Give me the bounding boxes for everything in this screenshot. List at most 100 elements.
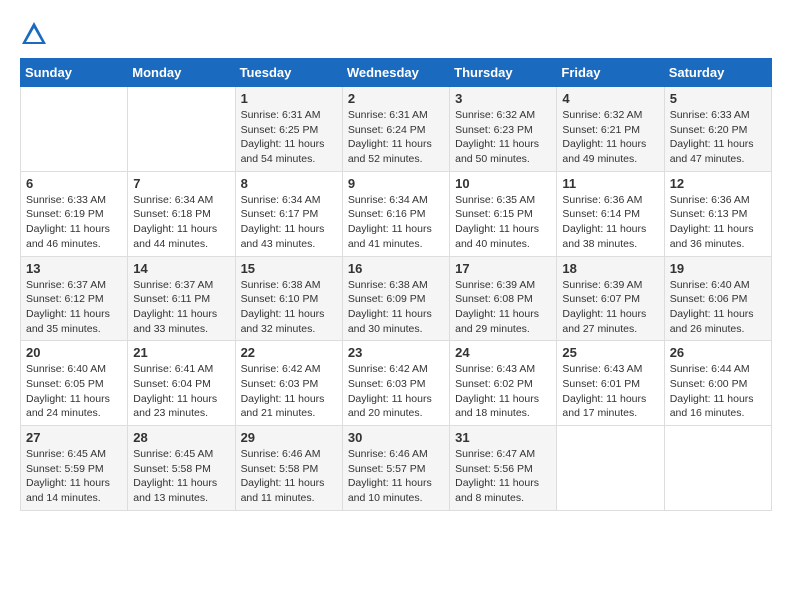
calendar-cell: 23Sunrise: 6:42 AMSunset: 6:03 PMDayligh… bbox=[342, 341, 449, 426]
calendar-cell: 2 Sunrise: 6:31 AMSunset: 6:24 PMDaylight… bbox=[342, 87, 449, 172]
day-number: 22 bbox=[241, 345, 337, 360]
day-number: 20 bbox=[26, 345, 122, 360]
calendar-cell: 7 Sunrise: 6:34 AMSunset: 6:18 PMDaylight… bbox=[128, 171, 235, 256]
day-info: Sunrise: 6:34 AMSunset: 6:18 PMDaylight:… bbox=[133, 193, 229, 252]
calendar-cell: 17Sunrise: 6:39 AMSunset: 6:08 PMDayligh… bbox=[450, 256, 557, 341]
day-number: 1 bbox=[241, 91, 337, 106]
day-number: 13 bbox=[26, 261, 122, 276]
day-header-sunday: Sunday bbox=[21, 59, 128, 87]
day-number: 16 bbox=[348, 261, 444, 276]
calendar-week-row: 20 Sunrise: 6:40 AMSunset: 6:05 PMDayligh… bbox=[21, 341, 772, 426]
day-info: Sunrise: 6:40 AMSunset: 6:05 PMDaylight:… bbox=[26, 362, 122, 421]
day-info: Sunrise: 6:45 AMSunset: 5:58 PMDaylight:… bbox=[133, 447, 229, 506]
calendar-week-row: 1 Sunrise: 6:31 AMSunset: 6:25 PMDaylight… bbox=[21, 87, 772, 172]
calendar-cell: 31 Sunrise: 6:47 AMSunset: 5:56 PMDayligh… bbox=[450, 426, 557, 511]
day-number: 9 bbox=[348, 176, 444, 191]
calendar-cell: 9 Sunrise: 6:34 AMSunset: 6:16 PMDaylight… bbox=[342, 171, 449, 256]
calendar-cell: 11 Sunrise: 6:36 AMSunset: 6:14 PMDayligh… bbox=[557, 171, 664, 256]
day-info: Sunrise: 6:34 AMSunset: 6:16 PMDaylight:… bbox=[348, 193, 444, 252]
day-number: 17 bbox=[455, 261, 551, 276]
day-number: 30 bbox=[348, 430, 444, 445]
day-header-saturday: Saturday bbox=[664, 59, 771, 87]
calendar-cell: 13 Sunrise: 6:37 AMSunset: 6:12 PMDayligh… bbox=[21, 256, 128, 341]
day-number: 4 bbox=[562, 91, 658, 106]
day-info: Sunrise: 6:38 AMSunset: 6:09 PMDaylight:… bbox=[348, 278, 444, 337]
day-number: 15 bbox=[241, 261, 337, 276]
calendar-header-row: SundayMondayTuesdayWednesdayThursdayFrid… bbox=[21, 59, 772, 87]
day-info: Sunrise: 6:38 AMSunset: 6:10 PMDaylight:… bbox=[241, 278, 337, 337]
day-info: Sunrise: 6:45 AMSunset: 5:59 PMDaylight:… bbox=[26, 447, 122, 506]
day-number: 12 bbox=[670, 176, 766, 191]
day-info: Sunrise: 6:42 AMSunset: 6:03 PMDaylight:… bbox=[348, 362, 444, 421]
day-info: Sunrise: 6:36 AMSunset: 6:13 PMDaylight:… bbox=[670, 193, 766, 252]
day-number: 14 bbox=[133, 261, 229, 276]
day-number: 25 bbox=[562, 345, 658, 360]
day-info: Sunrise: 6:32 AMSunset: 6:21 PMDaylight:… bbox=[562, 108, 658, 167]
calendar-cell: 29 Sunrise: 6:46 AMSunset: 5:58 PMDayligh… bbox=[235, 426, 342, 511]
day-info: Sunrise: 6:43 AMSunset: 6:02 PMDaylight:… bbox=[455, 362, 551, 421]
calendar-cell: 5 Sunrise: 6:33 AMSunset: 6:20 PMDaylight… bbox=[664, 87, 771, 172]
day-info: Sunrise: 6:32 AMSunset: 6:23 PMDaylight:… bbox=[455, 108, 551, 167]
day-info: Sunrise: 6:31 AMSunset: 6:24 PMDaylight:… bbox=[348, 108, 444, 167]
day-number: 3 bbox=[455, 91, 551, 106]
calendar-cell: 16 Sunrise: 6:38 AMSunset: 6:09 PMDayligh… bbox=[342, 256, 449, 341]
calendar-week-row: 6Sunrise: 6:33 AMSunset: 6:19 PMDaylight… bbox=[21, 171, 772, 256]
calendar-cell: 6Sunrise: 6:33 AMSunset: 6:19 PMDaylight… bbox=[21, 171, 128, 256]
calendar-cell: 24 Sunrise: 6:43 AMSunset: 6:02 PMDayligh… bbox=[450, 341, 557, 426]
day-info: Sunrise: 6:39 AMSunset: 6:07 PMDaylight:… bbox=[562, 278, 658, 337]
calendar-week-row: 13 Sunrise: 6:37 AMSunset: 6:12 PMDayligh… bbox=[21, 256, 772, 341]
day-info: Sunrise: 6:44 AMSunset: 6:00 PMDaylight:… bbox=[670, 362, 766, 421]
page-header bbox=[20, 20, 772, 48]
calendar-cell: 22Sunrise: 6:42 AMSunset: 6:03 PMDayligh… bbox=[235, 341, 342, 426]
calendar-cell: 30Sunrise: 6:46 AMSunset: 5:57 PMDayligh… bbox=[342, 426, 449, 511]
day-info: Sunrise: 6:36 AMSunset: 6:14 PMDaylight:… bbox=[562, 193, 658, 252]
day-header-wednesday: Wednesday bbox=[342, 59, 449, 87]
calendar-cell: 26 Sunrise: 6:44 AMSunset: 6:00 PMDayligh… bbox=[664, 341, 771, 426]
day-number: 26 bbox=[670, 345, 766, 360]
day-number: 10 bbox=[455, 176, 551, 191]
calendar-cell: 25 Sunrise: 6:43 AMSunset: 6:01 PMDayligh… bbox=[557, 341, 664, 426]
day-info: Sunrise: 6:34 AMSunset: 6:17 PMDaylight:… bbox=[241, 193, 337, 252]
day-number: 24 bbox=[455, 345, 551, 360]
calendar-week-row: 27Sunrise: 6:45 AMSunset: 5:59 PMDayligh… bbox=[21, 426, 772, 511]
calendar-table: SundayMondayTuesdayWednesdayThursdayFrid… bbox=[20, 58, 772, 511]
day-number: 28 bbox=[133, 430, 229, 445]
day-number: 31 bbox=[455, 430, 551, 445]
day-header-thursday: Thursday bbox=[450, 59, 557, 87]
day-info: Sunrise: 6:37 AMSunset: 6:12 PMDaylight:… bbox=[26, 278, 122, 337]
logo bbox=[20, 20, 52, 48]
calendar-cell: 3 Sunrise: 6:32 AMSunset: 6:23 PMDaylight… bbox=[450, 87, 557, 172]
day-number: 18 bbox=[562, 261, 658, 276]
day-info: Sunrise: 6:46 AMSunset: 5:58 PMDaylight:… bbox=[241, 447, 337, 506]
calendar-cell: 21 Sunrise: 6:41 AMSunset: 6:04 PMDayligh… bbox=[128, 341, 235, 426]
day-number: 29 bbox=[241, 430, 337, 445]
calendar-cell: 1 Sunrise: 6:31 AMSunset: 6:25 PMDaylight… bbox=[235, 87, 342, 172]
day-info: Sunrise: 6:43 AMSunset: 6:01 PMDaylight:… bbox=[562, 362, 658, 421]
day-number: 11 bbox=[562, 176, 658, 191]
day-info: Sunrise: 6:41 AMSunset: 6:04 PMDaylight:… bbox=[133, 362, 229, 421]
calendar-cell: 14Sunrise: 6:37 AMSunset: 6:11 PMDayligh… bbox=[128, 256, 235, 341]
day-number: 2 bbox=[348, 91, 444, 106]
calendar-cell bbox=[21, 87, 128, 172]
day-info: Sunrise: 6:47 AMSunset: 5:56 PMDaylight:… bbox=[455, 447, 551, 506]
day-info: Sunrise: 6:35 AMSunset: 6:15 PMDaylight:… bbox=[455, 193, 551, 252]
day-header-friday: Friday bbox=[557, 59, 664, 87]
calendar-cell: 15 Sunrise: 6:38 AMSunset: 6:10 PMDayligh… bbox=[235, 256, 342, 341]
day-number: 7 bbox=[133, 176, 229, 191]
calendar-cell bbox=[664, 426, 771, 511]
calendar-cell: 18 Sunrise: 6:39 AMSunset: 6:07 PMDayligh… bbox=[557, 256, 664, 341]
calendar-cell: 27Sunrise: 6:45 AMSunset: 5:59 PMDayligh… bbox=[21, 426, 128, 511]
day-info: Sunrise: 6:31 AMSunset: 6:25 PMDaylight:… bbox=[241, 108, 337, 167]
calendar-cell bbox=[557, 426, 664, 511]
calendar-cell: 12 Sunrise: 6:36 AMSunset: 6:13 PMDayligh… bbox=[664, 171, 771, 256]
day-header-monday: Monday bbox=[128, 59, 235, 87]
day-number: 6 bbox=[26, 176, 122, 191]
calendar-cell: 20 Sunrise: 6:40 AMSunset: 6:05 PMDayligh… bbox=[21, 341, 128, 426]
calendar-cell bbox=[128, 87, 235, 172]
day-number: 21 bbox=[133, 345, 229, 360]
calendar-cell: 4 Sunrise: 6:32 AMSunset: 6:21 PMDaylight… bbox=[557, 87, 664, 172]
day-info: Sunrise: 6:33 AMSunset: 6:20 PMDaylight:… bbox=[670, 108, 766, 167]
day-number: 5 bbox=[670, 91, 766, 106]
calendar-cell: 28 Sunrise: 6:45 AMSunset: 5:58 PMDayligh… bbox=[128, 426, 235, 511]
day-header-tuesday: Tuesday bbox=[235, 59, 342, 87]
